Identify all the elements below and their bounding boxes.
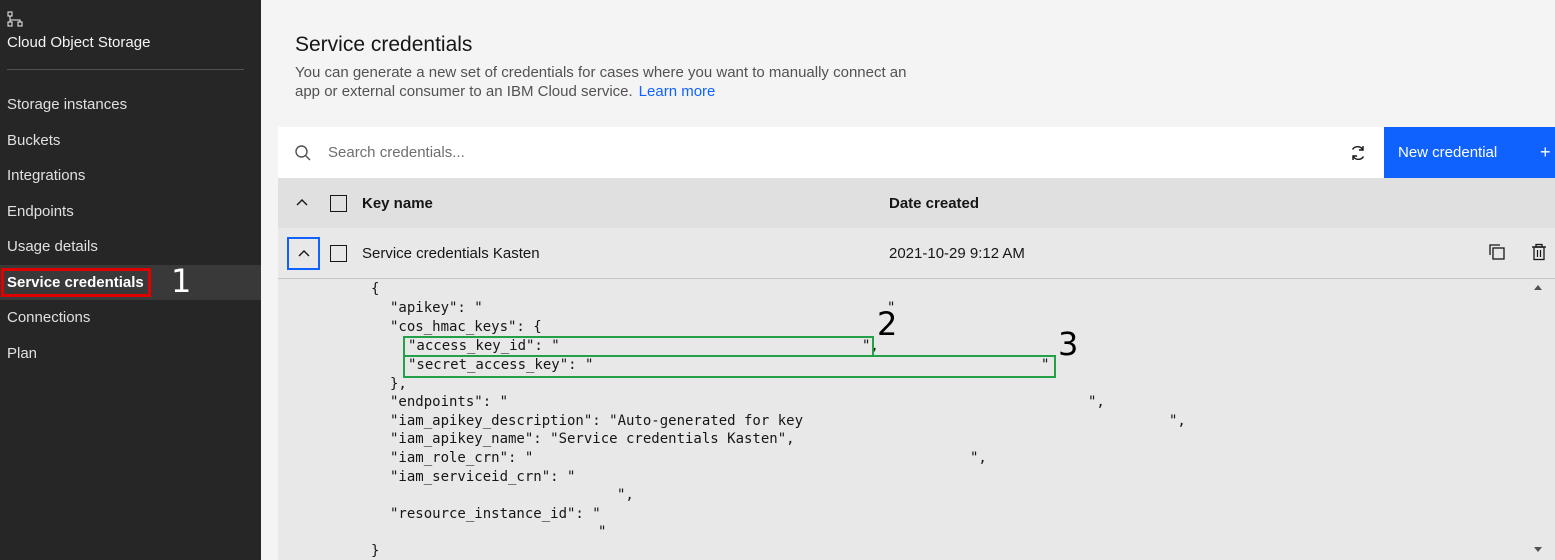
learn-more-link[interactable]: Learn more [639, 83, 716, 100]
json-resource-instance-id-end: " [598, 524, 607, 540]
credential-json-viewer[interactable]: { "apikey": " " "cos_hmac_keys": { "acce… [278, 279, 1555, 560]
sidebar-item-storage-instances[interactable]: Storage instances [0, 87, 261, 123]
sidebar-nav: Storage instances Buckets Integrations E… [0, 87, 261, 371]
trash-icon[interactable] [1530, 243, 1548, 261]
sidebar-divider [7, 69, 244, 70]
sidebar-item-connections[interactable]: Connections [0, 300, 261, 336]
plus-icon: + [1540, 142, 1551, 162]
sidebar-item-endpoints[interactable]: Endpoints [0, 194, 261, 230]
sidebar: Cloud Object Storage Storage instances B… [0, 0, 261, 560]
json-iam-serviceid-crn: "iam_serviceid_crn": " [390, 469, 576, 485]
chevron-up-icon [298, 250, 310, 257]
page-description: You can generate a new set of credential… [295, 63, 935, 101]
row-expand-toggle[interactable] [287, 237, 320, 270]
sidebar-title: Cloud Object Storage [7, 34, 151, 51]
table-row: Service credentials Kasten 2021-10-29 9:… [278, 228, 1555, 279]
json-endpoints: "endpoints": " [390, 394, 509, 410]
json-iam-apikey-description: "iam_apikey_description": "Auto-generate… [390, 413, 804, 429]
page-title: Service credentials [295, 33, 473, 56]
json-iam-role-crn-end: ", [970, 450, 987, 466]
select-all-checkbox[interactable] [330, 195, 347, 212]
sidebar-item-service-credentials[interactable]: Service credentials [0, 264, 261, 300]
scroll-down-arrow-icon[interactable] [1534, 547, 1542, 552]
json-resource-instance-id: "resource_instance_id": " [390, 506, 601, 522]
scroll-up-arrow-icon[interactable] [1534, 285, 1542, 290]
json-iam-apikey-name: "iam_apikey_name": "Service credentials … [390, 431, 795, 447]
toolbar: New credential + [278, 127, 1555, 178]
description-text: You can generate a new set of credential… [295, 64, 907, 100]
json-scrollbar[interactable] [1530, 279, 1550, 560]
search-icon [295, 145, 311, 161]
json-iam-role-crn: "iam_role_crn": " [390, 450, 534, 466]
json-close-outer: } [371, 543, 380, 559]
hierarchy-icon [7, 11, 23, 27]
json-cos-hmac-keys: "cos_hmac_keys": { [390, 319, 542, 335]
main-content: Service credentials You can generate a n… [261, 0, 1555, 560]
sidebar-item-buckets[interactable]: Buckets [0, 123, 261, 159]
search-input[interactable] [328, 135, 1228, 170]
green-highlight-access-key [403, 336, 874, 357]
new-credential-label: New credential [1398, 144, 1498, 161]
chevron-up-icon[interactable] [294, 195, 310, 211]
new-credential-button[interactable]: New credential + [1384, 127, 1555, 178]
json-apikey: "apikey": " [390, 300, 483, 316]
json-iam-serviceid-crn-end: ", [617, 487, 634, 503]
annotation-3: 3 [1058, 325, 1079, 363]
sidebar-item-integrations[interactable]: Integrations [0, 158, 261, 194]
annotation-2: 2 [877, 305, 898, 343]
column-header-date-created[interactable]: Date created [889, 195, 979, 212]
row-key-name: Service credentials Kasten [362, 245, 540, 262]
sidebar-item-usage-details[interactable]: Usage details [0, 229, 261, 265]
json-iam-apikey-description-end: ", [1169, 413, 1186, 429]
refresh-icon[interactable] [1348, 143, 1368, 163]
table-header: Key name Date created [278, 178, 1555, 228]
copy-icon[interactable] [1488, 243, 1506, 261]
sidebar-item-plan[interactable]: Plan [0, 336, 261, 372]
green-highlight-secret-key [403, 355, 1056, 378]
row-date-created: 2021-10-29 9:12 AM [889, 245, 1025, 262]
json-endpoints-end: ", [1088, 394, 1105, 410]
column-header-key-name[interactable]: Key name [362, 195, 433, 212]
red-highlight-box [1, 267, 151, 297]
annotation-1: 1 [171, 262, 192, 300]
row-checkbox[interactable] [330, 245, 347, 262]
json-open-brace: { [371, 281, 380, 297]
